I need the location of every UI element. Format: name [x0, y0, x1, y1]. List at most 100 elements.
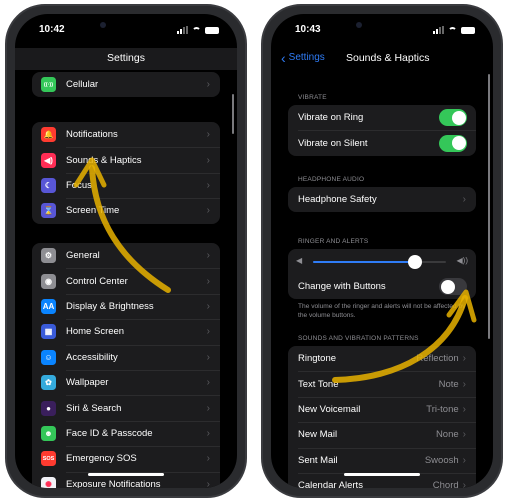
change-with-buttons-row: Change with Buttons: [288, 274, 476, 299]
battery-icon: [205, 26, 219, 34]
settings-item[interactable]: ⌛ Screen Time ›: [32, 198, 220, 223]
settings-item[interactable]: ⚙ General ›: [32, 243, 220, 268]
chevron-right-icon: ›: [206, 453, 210, 465]
settings-item[interactable]: ● Siri & Search ›: [32, 395, 220, 420]
sound-pattern-row[interactable]: Sent Mail Swoosh ›: [288, 447, 476, 473]
vibrate-toggle[interactable]: [439, 134, 467, 152]
settings-item-label: Home Screen: [66, 326, 125, 338]
nav-bar: ‹ Settings Sounds & Haptics: [271, 48, 493, 70]
speaker-high-icon: ◀)): [456, 256, 468, 265]
section-header-headphone: HEADPHONE AUDIO: [298, 176, 365, 183]
vibrate-row: Vibrate on Silent: [288, 130, 476, 155]
phone-settings: 10:42 Settings ((·)) Cellular › 🔔 Notificat…: [5, 4, 247, 498]
chevron-right-icon: ›: [206, 179, 210, 191]
settings-item-label: Sounds & Haptics: [66, 154, 142, 166]
settings-item[interactable]: SOS Emergency SOS ›: [32, 446, 220, 471]
page-title: Sounds & Haptics: [346, 52, 430, 64]
chevron-right-icon: ›: [206, 275, 210, 287]
chevron-right-icon: ›: [462, 480, 466, 488]
change-with-buttons-toggle[interactable]: [439, 278, 467, 296]
sos-icon: SOS: [41, 451, 56, 467]
settings-item-label: Face ID & Passcode: [66, 427, 153, 439]
home-indicator[interactable]: [88, 473, 164, 476]
cellular-icon: ((·)): [41, 77, 56, 93]
slider-track[interactable]: [313, 255, 446, 269]
ringer-group: ◀ ◀)) Change with Buttons: [288, 249, 476, 300]
sound-pattern-row[interactable]: New Voicemail Tri-tone ›: [288, 396, 476, 422]
face-id-icon: ☻: [41, 425, 56, 441]
exposure-icon: ✺: [41, 476, 56, 488]
flower-icon: ✿: [41, 375, 56, 391]
toggle-knob: [451, 110, 466, 125]
row-value: None: [435, 429, 459, 441]
row-label: Change with Buttons: [298, 281, 386, 293]
settings-item[interactable]: ((·)) Cellular ›: [32, 72, 220, 97]
home-indicator[interactable]: [344, 473, 420, 476]
settings-item[interactable]: ◉ Control Center ›: [32, 268, 220, 293]
settings-item[interactable]: ☾ Focus ›: [32, 172, 220, 198]
row-value: Reflection: [416, 353, 459, 365]
sound-pattern-row[interactable]: New Mail None ›: [288, 422, 476, 447]
section-header-patterns: SOUNDS AND VIBRATION PATTERNS: [298, 335, 419, 342]
settings-item-label: Siri & Search: [66, 402, 122, 414]
settings-item[interactable]: AA Display & Brightness ›: [32, 293, 220, 319]
row-value: Swoosh: [424, 454, 459, 466]
chevron-right-icon: ›: [206, 402, 210, 414]
chevron-right-icon: ›: [206, 377, 210, 389]
ringer-volume-slider[interactable]: ◀ ◀)): [288, 249, 476, 274]
chevron-right-icon: ›: [206, 250, 210, 262]
status-time: 10:42: [39, 24, 65, 35]
sound-pattern-row[interactable]: Text Tone Note ›: [288, 371, 476, 396]
settings-item-label: Cellular: [66, 79, 99, 91]
chevron-right-icon: ›: [462, 194, 466, 206]
slider-thumb[interactable]: [408, 255, 423, 269]
wifi-icon: [448, 26, 457, 34]
row-value: Chord: [432, 480, 459, 488]
slider-fill: [313, 261, 416, 263]
settings-item[interactable]: ☺ Accessibility ›: [32, 344, 220, 370]
headphone-group: Headphone Safety ›: [288, 187, 476, 213]
vibrate-toggle[interactable]: [439, 109, 467, 127]
settings-item[interactable]: 🔔 Notifications ›: [32, 122, 220, 147]
settings-item-label: Display & Brightness: [66, 300, 154, 312]
status-time: 10:43: [295, 24, 321, 35]
chevron-right-icon: ›: [462, 353, 466, 365]
sound-pattern-row[interactable]: Ringtone Reflection ›: [288, 346, 476, 371]
settings-item[interactable]: ◀) Sounds & Haptics ›: [32, 147, 220, 172]
scrollbar[interactable]: [488, 74, 490, 339]
speaker-low-icon: ◀: [296, 256, 303, 265]
speaker-icon: ◀): [41, 152, 56, 168]
chevron-right-icon: ›: [206, 300, 210, 312]
headphone-safety-row[interactable]: Headphone Safety ›: [288, 187, 476, 212]
grid-icon: ▦: [41, 324, 56, 340]
ringer-footnote: The volume of the ringer and alerts will…: [298, 303, 466, 319]
chevron-right-icon: ›: [206, 129, 210, 141]
settings-item-label: General: [66, 250, 100, 262]
row-label: Vibrate on Silent: [298, 137, 368, 149]
chevron-right-icon: ›: [462, 403, 466, 415]
row-value: Tri-tone: [426, 403, 459, 415]
settings-group-general: ⚙ General › ◉ Control Center › AA Display & Bri…: [32, 243, 220, 488]
back-button[interactable]: ‹ Settings: [281, 51, 325, 65]
chevron-right-icon: ›: [462, 429, 466, 441]
row-label: Calendar Alerts: [298, 480, 363, 488]
status-bar: 10:42: [15, 24, 237, 40]
accessibility-icon: ☺: [41, 349, 56, 365]
scrollbar[interactable]: [232, 94, 234, 134]
settings-item-label: Accessibility: [66, 351, 118, 363]
toggle-knob: [451, 136, 466, 151]
status-bar: 10:43: [271, 24, 493, 40]
chevron-right-icon: ›: [462, 454, 466, 466]
settings-group-notifications: 🔔 Notifications › ◀) Sounds & Haptics › ☾ Focus…: [32, 122, 220, 224]
chevron-right-icon: ›: [206, 154, 210, 166]
wifi-icon: [192, 26, 201, 34]
settings-item[interactable]: ▦ Home Screen ›: [32, 319, 220, 344]
chevron-right-icon: ›: [206, 326, 210, 338]
settings-item[interactable]: ☻ Face ID & Passcode ›: [32, 420, 220, 446]
row-label: Vibrate on Ring: [298, 112, 364, 124]
hourglass-icon: ⌛: [41, 203, 56, 219]
settings-item[interactable]: ✿ Wallpaper ›: [32, 369, 220, 395]
row-label: Sent Mail: [298, 454, 338, 466]
section-header-vibrate: VIBRATE: [298, 94, 327, 101]
settings-group-connectivity: ((·)) Cellular ›: [32, 72, 220, 98]
